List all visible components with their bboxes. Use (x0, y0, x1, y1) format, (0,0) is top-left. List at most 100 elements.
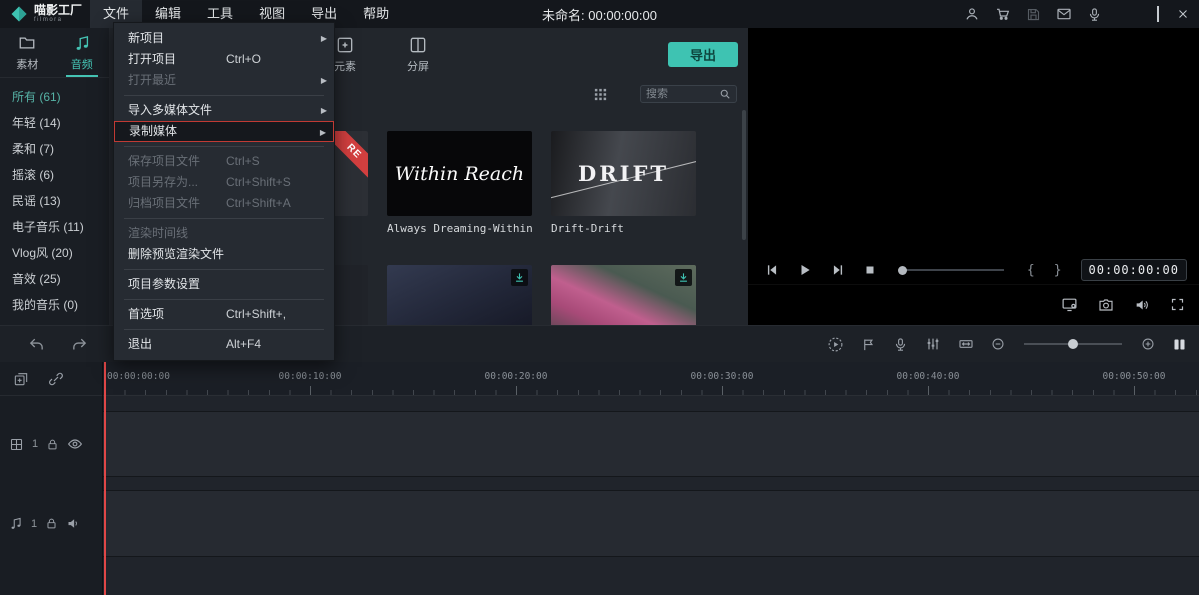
menu-separator (124, 146, 324, 147)
menu-item-save-project[interactable]: 保存项目文件Ctrl+S (114, 151, 334, 172)
menu-item-open-project[interactable]: 打开项目Ctrl+O (114, 49, 334, 70)
timeline-ruler[interactable]: 00:00:00:00 00:00:10:00 00:00:20:00 00:0… (103, 362, 1199, 396)
menu-item-new-project[interactable]: 新项目▶ (114, 28, 334, 49)
manage-tracks-icon[interactable] (13, 371, 29, 387)
mark-out-icon[interactable]: } (1054, 263, 1062, 278)
playhead[interactable] (104, 362, 106, 595)
app-subtitle: filmora (34, 17, 82, 24)
menu-separator (124, 269, 324, 270)
render-preview-icon[interactable] (827, 336, 844, 353)
library-sidebar: 素材 音频 所有 (61) 年轻 (14) 柔和 (7) 摇滚 (6) 民谣 (… (0, 28, 110, 325)
menu-item-save-as[interactable]: 项目另存为...Ctrl+Shift+S (114, 172, 334, 193)
zoom-out-icon[interactable] (991, 337, 1005, 351)
menu-item-open-recent[interactable]: 打开最近▶ (114, 70, 334, 91)
category-vlog[interactable]: Vlog风 (20) (0, 240, 109, 266)
audio-track-icon (9, 517, 23, 531)
screen-record-icon[interactable] (1061, 296, 1078, 313)
redo-icon[interactable] (71, 336, 88, 353)
submenu-arrow-icon: ▶ (321, 70, 327, 91)
preview-viewport (748, 28, 1199, 256)
marker-flag-icon[interactable] (861, 337, 876, 352)
category-my-music[interactable]: 我的音乐 (0) (0, 292, 109, 318)
seek-handle[interactable] (898, 266, 907, 275)
tab-media-library[interactable]: 素材 (0, 28, 55, 77)
play-icon[interactable] (798, 263, 812, 277)
speaker-icon[interactable] (66, 516, 81, 531)
snapshot-camera-icon[interactable] (1098, 297, 1114, 313)
track-size-icon[interactable] (958, 336, 974, 352)
menu-item-exit[interactable]: 退出Alt+F4 (114, 334, 334, 355)
video-track-number: 1 (32, 438, 38, 450)
menu-item-project-settings[interactable]: 项目参数设置 (114, 274, 334, 295)
menu-item-delete-render-files[interactable]: 删除预览渲染文件 (114, 244, 334, 265)
eye-icon[interactable] (67, 436, 83, 452)
category-all[interactable]: 所有 (61) (0, 84, 109, 110)
mark-in-icon[interactable]: { (1027, 263, 1035, 278)
zoom-slider-handle[interactable] (1068, 339, 1078, 349)
zoom-slider[interactable] (1024, 343, 1122, 345)
menu-item-render-timeline[interactable]: 渲染时间线 (114, 223, 334, 244)
undo-icon[interactable] (28, 336, 45, 353)
menu-item-record-media[interactable]: 录制媒体▶ (114, 121, 334, 142)
toolbar-tab-splitscreen[interactable]: 分屏 (394, 35, 442, 74)
menu-item-import-media[interactable]: 导入多媒体文件▶ (114, 100, 334, 121)
video-track-lane[interactable] (103, 411, 1199, 477)
media-item-thumbnail[interactable] (551, 265, 696, 325)
volume-icon[interactable] (1134, 297, 1150, 313)
audio-track-lane[interactable] (103, 490, 1199, 557)
ruler-label: 00:00:00:00 (107, 371, 170, 382)
voiceover-mic-icon[interactable] (893, 337, 908, 352)
download-icon[interactable] (511, 269, 528, 286)
next-frame-icon[interactable] (831, 263, 845, 277)
search-input[interactable] (646, 88, 715, 100)
thumbnail-title: Within Reach (395, 163, 524, 185)
zoom-in-icon[interactable] (1141, 337, 1155, 351)
maximize-button[interactable] (1157, 7, 1159, 21)
ruler-label: 00:00:20:00 (485, 371, 548, 382)
tab-audio-library[interactable]: 音频 (55, 28, 110, 77)
timeline: 00:00:00:00 00:00:10:00 00:00:20:00 00:0… (0, 362, 1199, 595)
app-title: 喵影工厂 (34, 4, 82, 17)
fullscreen-icon[interactable] (1170, 297, 1185, 312)
previous-frame-icon[interactable] (765, 263, 779, 277)
submenu-arrow-icon: ▶ (320, 122, 326, 143)
category-young[interactable]: 年轻 (14) (0, 110, 109, 136)
category-soft[interactable]: 柔和 (7) (0, 136, 109, 162)
search-icon[interactable] (719, 88, 731, 100)
menu-separator (124, 329, 324, 330)
media-item-thumbnail[interactable]: DRIFT (551, 131, 696, 216)
submenu-arrow-icon: ▶ (321, 100, 327, 121)
ruler-label: 00:00:30:00 (691, 371, 754, 382)
category-rock[interactable]: 摇滚 (6) (0, 162, 109, 188)
save-icon[interactable] (1026, 7, 1041, 22)
split-screen-icon (408, 35, 428, 55)
seek-bar[interactable] (899, 269, 1004, 271)
lock-icon[interactable] (45, 517, 58, 530)
lock-icon[interactable] (46, 438, 59, 451)
media-item-thumbnail[interactable] (387, 265, 532, 325)
category-folk[interactable]: 民谣 (13) (0, 188, 109, 214)
menu-item-preferences[interactable]: 首选项Ctrl+Shift+, (114, 304, 334, 325)
category-electronic[interactable]: 电子音乐 (11) (0, 214, 109, 240)
account-icon[interactable] (964, 6, 980, 22)
store-cart-icon[interactable] (995, 6, 1011, 22)
grid-view-icon[interactable] (593, 87, 608, 102)
folder-icon (18, 34, 36, 52)
menu-help[interactable]: 帮助 (350, 0, 402, 28)
fit-timeline-icon[interactable] (1172, 337, 1187, 352)
close-button[interactable] (1177, 8, 1189, 20)
microphone-icon[interactable] (1087, 7, 1102, 22)
stop-icon[interactable] (864, 264, 876, 276)
mail-icon[interactable] (1056, 6, 1072, 22)
export-button[interactable]: 导出 (668, 42, 738, 67)
submenu-arrow-icon: ▶ (321, 28, 327, 49)
media-scrollbar[interactable] (742, 110, 746, 240)
menu-item-archive-project[interactable]: 归档项目文件Ctrl+Shift+A (114, 193, 334, 214)
search-box (640, 85, 737, 103)
music-note-icon (73, 34, 91, 52)
audio-mixer-icon[interactable] (925, 336, 941, 352)
link-icon[interactable] (48, 371, 64, 387)
category-sfx[interactable]: 音效 (25) (0, 266, 109, 292)
download-icon[interactable] (675, 269, 692, 286)
media-item-thumbnail[interactable]: Within Reach (387, 131, 532, 216)
